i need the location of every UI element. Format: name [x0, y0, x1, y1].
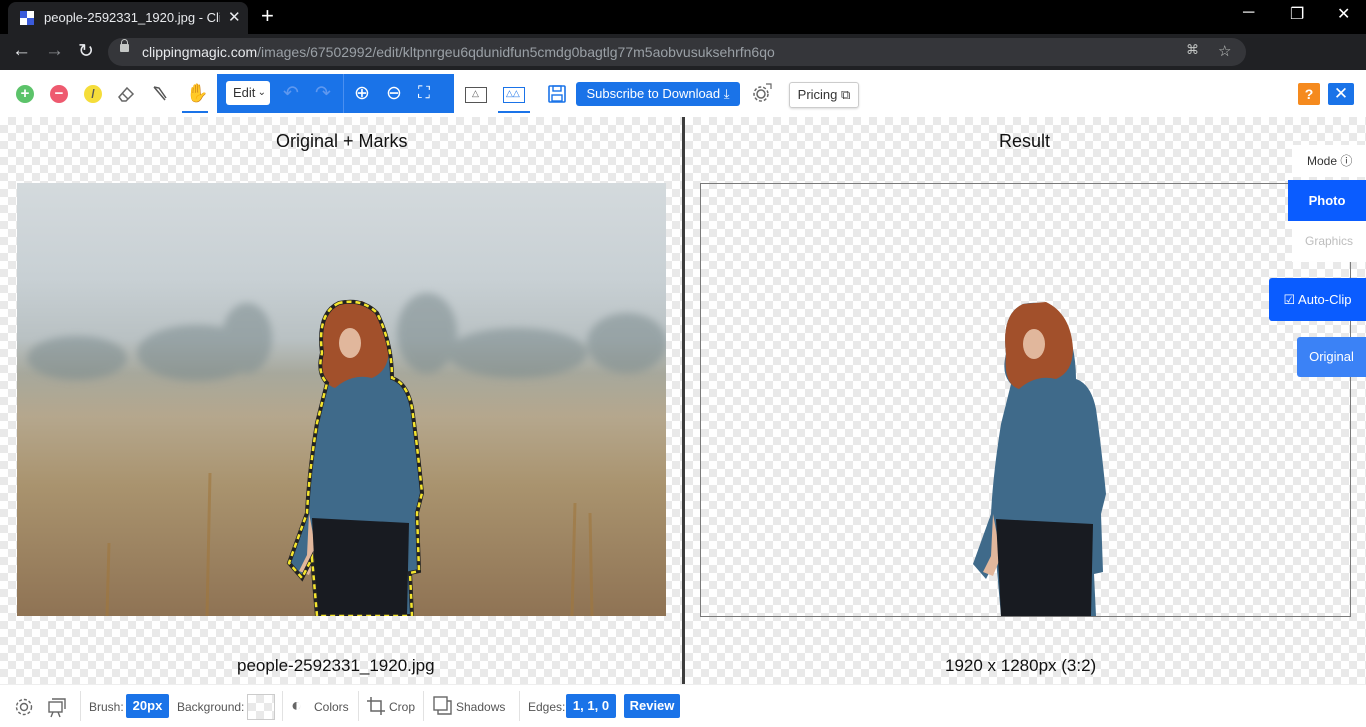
- lock-icon: [120, 39, 129, 52]
- info-icon[interactable]: ⓘ: [1340, 154, 1352, 168]
- split-view-button[interactable]: △△: [498, 80, 530, 113]
- url-field[interactable]: clippingmagic.com/images/67502992/edit/k…: [108, 38, 1246, 66]
- hand-icon: ✋: [186, 83, 209, 103]
- colors-icon[interactable]: ◐: [291, 695, 302, 716]
- url-text: clippingmagic.com/images/67502992/edit/k…: [142, 44, 775, 60]
- chevron-down-icon: ⌄: [257, 87, 266, 98]
- colors-button[interactable]: Colors: [314, 700, 349, 714]
- mode-graphics-button[interactable]: Graphics: [1292, 221, 1366, 262]
- separator: [423, 691, 424, 721]
- subscribe-download-button[interactable]: Subscribe to Download ⤓: [576, 82, 740, 106]
- external-link-icon: ⧉: [841, 87, 851, 102]
- favicon-icon: [20, 11, 34, 25]
- close-editor-button[interactable]: ✕: [1328, 83, 1354, 105]
- pricing-button[interactable]: Pricing ⧉: [789, 82, 859, 108]
- batch-tool-icon[interactable]: [46, 696, 70, 718]
- toolbar-divider: [343, 74, 344, 113]
- help-button[interactable]: ?: [1298, 83, 1320, 105]
- app-toolbar: + − / ✋ Edit ⌄ ↶ ↷ ⊕ ⊖ ⛶ △ △△ Subscribe t…: [0, 70, 1366, 117]
- restore-icon[interactable]: ❐: [1290, 4, 1304, 24]
- eraser-icon[interactable]: [116, 84, 136, 104]
- checkbox-icon: ☑: [1283, 292, 1296, 307]
- reload-icon[interactable]: ↻: [78, 40, 94, 63]
- original-panel: Original + Marks people-2592331_1920.jpg: [0, 117, 682, 684]
- minimize-icon[interactable]: ─: [1243, 4, 1254, 22]
- result-panel-title: Result: [999, 131, 1051, 151]
- new-tab-icon[interactable]: +: [261, 3, 274, 29]
- tab-close-icon[interactable]: ✕: [228, 8, 241, 26]
- close-icon: ✕: [1333, 84, 1349, 103]
- brush-label: Brush:: [89, 700, 124, 714]
- crop-icon[interactable]: [367, 697, 385, 715]
- edges-label: Edges:: [528, 700, 566, 714]
- mode-label: Mode ⓘ: [1292, 145, 1366, 177]
- fit-to-screen-icon[interactable]: ⛶: [418, 83, 430, 103]
- translate-icon[interactable]: ⌘: [1186, 42, 1199, 58]
- bottom-toolbar: Brush: 20px Background: ◐ Colors Crop Sh…: [0, 684, 1366, 727]
- split-view-icon: △△: [503, 87, 525, 103]
- separator: [80, 691, 81, 721]
- scalpel-icon[interactable]: [151, 84, 171, 104]
- window-close-icon[interactable]: ✕: [1337, 4, 1350, 24]
- remove-brush-icon[interactable]: −: [50, 85, 68, 103]
- brush-size-button[interactable]: 20px: [126, 694, 169, 718]
- hair-brush-icon[interactable]: /: [84, 85, 102, 103]
- result-cutout-illustration: [973, 302, 1106, 616]
- auto-clip-toggle[interactable]: ☑ Auto-Clip: [1269, 278, 1366, 321]
- original-panel-title: Original + Marks: [276, 131, 408, 151]
- back-icon[interactable]: ←: [12, 40, 31, 62]
- edit-mode-select[interactable]: Edit ⌄: [226, 81, 270, 105]
- mode-photo-button[interactable]: Photo: [1288, 180, 1366, 221]
- original-filename: people-2592331_1920.jpg: [237, 656, 435, 675]
- settings-gear-icon[interactable]: [751, 82, 773, 104]
- original-image-canvas[interactable]: [17, 183, 666, 616]
- separator: [282, 691, 283, 721]
- original-button[interactable]: Original: [1297, 337, 1366, 377]
- shadows-icon[interactable]: [433, 696, 453, 716]
- result-panel: Result 1920 x 1280px (3:2): [685, 117, 1366, 684]
- pan-tool[interactable]: ✋: [182, 80, 208, 113]
- result-image-canvas[interactable]: [700, 183, 1351, 617]
- edges-button[interactable]: 1, 1, 0: [566, 694, 616, 718]
- background-swatch[interactable]: [247, 694, 275, 720]
- bookmark-star-icon[interactable]: ☆: [1218, 42, 1231, 60]
- address-bar-row: ← → ↻ clippingmagic.com/images/67502992/…: [0, 34, 1366, 96]
- redo-icon[interactable]: ↷: [315, 82, 331, 105]
- review-button[interactable]: Review: [624, 694, 680, 718]
- image-dimensions: 1920 x 1280px (3:2): [945, 656, 1097, 675]
- tab-title: people-2592331_1920.jpg - Clipp: [44, 10, 220, 25]
- keep-brush-icon[interactable]: +: [16, 85, 34, 103]
- shadows-button[interactable]: Shadows: [456, 700, 505, 714]
- edit-tool-group: Edit ⌄ ↶ ↷ ⊕ ⊖ ⛶: [217, 74, 454, 113]
- browser-titlebar: people-2592331_1920.jpg - Clipp ✕ + ─ ❐ …: [0, 0, 1366, 34]
- background-label: Background:: [177, 700, 245, 714]
- zoom-in-icon[interactable]: ⊕: [354, 82, 370, 105]
- undo-icon[interactable]: ↶: [283, 82, 299, 105]
- zoom-out-icon[interactable]: ⊖: [386, 82, 402, 105]
- forward-icon[interactable]: →: [45, 40, 64, 62]
- settings-icon[interactable]: [14, 697, 34, 717]
- download-icon: ⤓: [723, 86, 730, 101]
- original-photo-illustration: [27, 293, 666, 616]
- separator: [519, 691, 520, 721]
- crop-button[interactable]: Crop: [389, 700, 415, 714]
- save-icon[interactable]: [548, 85, 566, 103]
- browser-tab[interactable]: people-2592331_1920.jpg - Clipp ✕: [8, 2, 248, 34]
- separator: [358, 691, 359, 721]
- single-view-icon[interactable]: △: [465, 87, 487, 103]
